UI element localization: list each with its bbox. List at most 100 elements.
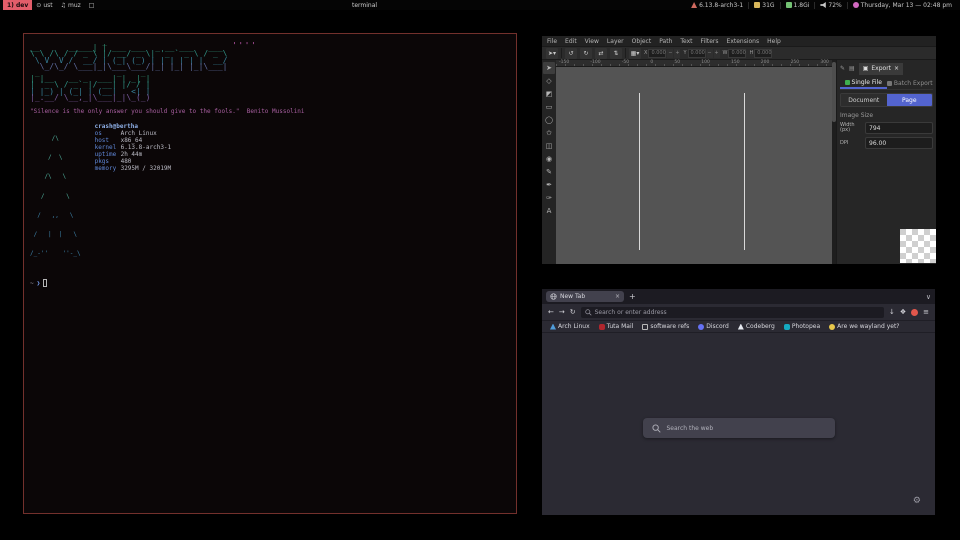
h-input[interactable]: 0.000 <box>754 49 772 58</box>
text-tool-icon[interactable]: A <box>543 205 555 217</box>
active-tab[interactable]: New Tab × <box>546 291 624 302</box>
bookmark-tuta-mail[interactable]: Tuta Mail <box>599 323 634 330</box>
pen-tool-icon[interactable]: ✒ <box>543 179 555 191</box>
workspace-muz-label: muz <box>68 2 81 9</box>
volume-module: 72% <box>814 2 846 9</box>
box3d-tool-icon[interactable]: ◫ <box>543 140 555 152</box>
export-icon: ▣ <box>863 65 869 72</box>
dpi-input[interactable]: 96.00 <box>865 137 933 149</box>
x-increment[interactable]: + <box>674 49 680 58</box>
shell-prompt[interactable]: ~ ❯ <box>30 279 510 287</box>
status-bar: 1) dev ⊙ ust ♫ muz □ terminal 6.13.8-arc… <box>0 0 960 10</box>
personalize-gear-icon[interactable]: ⚙ <box>913 496 921 506</box>
fetch-row: uptime2h 44m <box>95 151 172 158</box>
bookmarks-bar: Arch Linux Tuta Mail software refs Disco… <box>542 321 935 333</box>
search-icon <box>585 309 592 316</box>
list-tabs-icon[interactable]: ∨ <box>926 293 931 301</box>
address-bar[interactable]: Search or enter address <box>581 307 884 318</box>
quote-line: "Silence is the only answer you should g… <box>30 108 510 115</box>
workspace-4[interactable]: □ <box>85 0 99 10</box>
clock-icon <box>853 2 859 8</box>
workspace-ust[interactable]: ⊙ ust <box>32 0 56 10</box>
inkscape-canvas[interactable] <box>556 67 832 264</box>
fetch-row: pkgs480 <box>95 158 172 165</box>
w-input[interactable]: 0.000 <box>728 49 746 58</box>
flip-vertical-button[interactable]: ⇅ <box>610 48 622 59</box>
status-modules: 6.13.8-arch3-1 31G 1.8Gi 72% Thursday, M… <box>686 2 957 9</box>
menu-text[interactable]: Text <box>680 38 692 45</box>
bookmark-codeberg[interactable]: Codeberg <box>738 323 775 330</box>
browser-window: New Tab × + ∨ ← → ↻ Search or enter addr… <box>542 289 935 515</box>
export-mode-tabs: Single File Batch Export <box>840 78 933 90</box>
rotate-cw-button[interactable]: ↻ <box>580 48 592 59</box>
node-tool-icon[interactable]: ◇ <box>543 75 555 87</box>
width-input[interactable]: 794 <box>865 122 933 134</box>
x-decrement[interactable]: − <box>667 49 673 58</box>
export-dialog-tab[interactable]: ▣ Export × <box>859 63 903 75</box>
x-input[interactable]: 0.000 <box>648 49 666 58</box>
kernel-module: 6.13.8-arch3-1 <box>686 2 748 9</box>
shape-builder-tool-icon[interactable]: ◩ <box>543 88 555 100</box>
calligraphy-tool-icon[interactable]: ✑ <box>543 192 555 204</box>
bookmark-discord[interactable]: Discord <box>698 323 729 330</box>
discord-favicon <box>698 324 704 330</box>
inkscape-menubar: File Edit View Layer Object Path Text Fi… <box>542 36 936 46</box>
menu-icon[interactable]: ≡ <box>923 308 929 316</box>
menu-help[interactable]: Help <box>767 38 781 45</box>
workspace-muz[interactable]: ♫ muz <box>57 0 85 10</box>
rotate-ccw-button[interactable]: ↺ <box>565 48 577 59</box>
focused-window-title: terminal <box>352 2 377 9</box>
tab-batch-export[interactable]: Batch Export <box>887 78 934 89</box>
y-input[interactable]: 0.000 <box>688 49 706 58</box>
workspace-dev[interactable]: 1) dev <box>3 0 32 10</box>
single-file-icon <box>845 80 850 85</box>
menu-filters[interactable]: Filters <box>701 38 719 45</box>
profile-icon[interactable] <box>911 309 918 316</box>
bookmark-photopea[interactable]: Photopea <box>784 323 820 330</box>
downloads-icon[interactable]: ↓ <box>889 308 895 316</box>
disk-icon <box>754 2 760 8</box>
terminal-window[interactable]: '''' _ __ _____| | ___ ___ _ __ ___ ___ … <box>23 33 517 514</box>
kernel-text: 6.13.8-arch3-1 <box>699 2 743 9</box>
menu-view[interactable]: View <box>585 38 599 45</box>
menu-extensions[interactable]: Extensions <box>727 38 760 45</box>
menu-edit[interactable]: Edit <box>565 38 577 45</box>
objects-dialog-icon[interactable]: ✎ <box>840 65 845 72</box>
menu-file[interactable]: File <box>547 38 557 45</box>
menu-object[interactable]: Object <box>632 38 652 45</box>
flip-horizontal-button[interactable]: ⇄ <box>595 48 607 59</box>
export-preview-thumbnail <box>900 229 936 263</box>
rectangle-tool-icon[interactable]: ▭ <box>543 101 555 113</box>
star-tool-icon[interactable]: ✩ <box>543 127 555 139</box>
y-decrement[interactable]: − <box>707 49 713 58</box>
document-scope-button[interactable]: Document <box>841 94 887 106</box>
y-increment[interactable]: + <box>714 49 720 58</box>
forward-icon[interactable]: → <box>559 308 565 316</box>
bookmark-arch-linux[interactable]: Arch Linux <box>550 323 590 330</box>
horizontal-ruler: -150-100 -500 50100 150200 250300 <box>556 60 832 67</box>
pencil-tool-icon[interactable]: ✎ <box>543 166 555 178</box>
selector-mode-button[interactable]: ➤▾ <box>546 48 558 59</box>
tab-single-file[interactable]: Single File <box>840 78 887 89</box>
extensions-icon[interactable]: ❖ <box>900 308 906 316</box>
close-dialog-icon[interactable]: × <box>894 65 899 72</box>
tool-controls-bar: ➤▾ ↺ ↻ ⇄ ⇅ ▦▾ X 0.000 −+ Y 0.000 −+ W 0.… <box>542 46 936 60</box>
ellipse-tool-icon[interactable]: ◯ <box>543 114 555 126</box>
selector-tool-icon[interactable]: ➤ <box>543 62 555 74</box>
layers-dialog-icon[interactable]: ▤ <box>849 65 855 72</box>
bookmark-folder-software-refs[interactable]: software refs <box>642 323 689 330</box>
web-search-input[interactable]: Search the web <box>643 418 835 438</box>
page-scope-button[interactable]: Page <box>887 94 933 106</box>
fetch-block: /\ / \ /\ \ / \ / ,, \ / | | \ /_-'' ''-… <box>30 123 510 270</box>
workspace-muz-icon: ♫ <box>61 2 66 9</box>
new-tab-button[interactable]: + <box>629 292 636 301</box>
tab-close-icon[interactable]: × <box>615 293 620 300</box>
tuta-favicon <box>599 324 605 330</box>
bookmark-are-we-wayland-yet[interactable]: Are we wayland yet? <box>829 323 899 330</box>
menu-path[interactable]: Path <box>659 38 672 45</box>
spiral-tool-icon[interactable]: ◉ <box>543 153 555 165</box>
snap-options-button[interactable]: ▦▾ <box>629 48 641 59</box>
menu-layer[interactable]: Layer <box>607 38 624 45</box>
reload-icon[interactable]: ↻ <box>570 308 576 316</box>
back-icon[interactable]: ← <box>548 308 554 316</box>
